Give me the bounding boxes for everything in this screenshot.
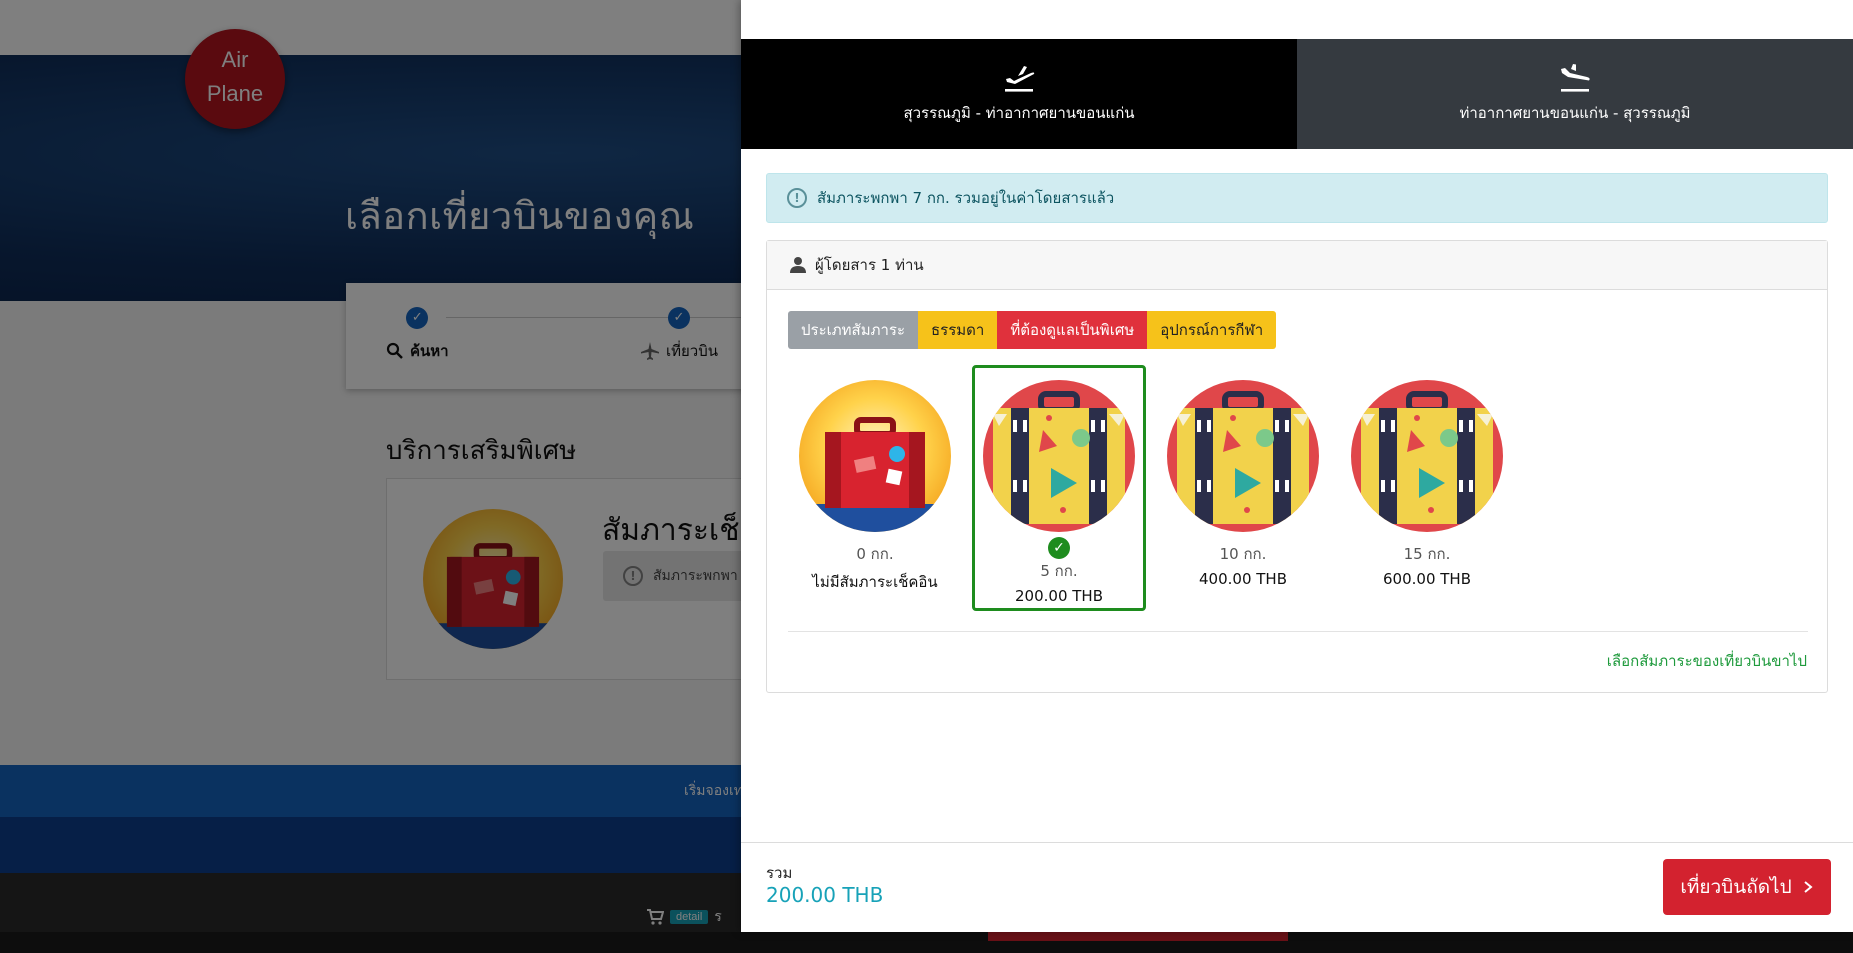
special-luggage-icon [983,380,1135,532]
panel-footer: รวม 200.00 THB เที่ยวบินถัดไป [741,842,1853,932]
option-weight: 15 กก. [1403,545,1451,563]
option-price: 600.00 THB [1383,570,1471,588]
info-icon: ! [787,188,807,208]
baggage-type-legend: ประเภทสัมภาระ ธรรมดา ที่ต้องดูแลเป็นพิเศ… [788,311,1277,349]
next-flight-button[interactable]: เที่ยวบินถัดไป [1663,859,1831,915]
chevron-right-icon [1804,881,1813,893]
landing-icon [1561,64,1590,92]
passenger-header-text: ผู้โดยสาร 1 ท่าน [815,256,924,274]
special-luggage-icon [1167,380,1319,532]
baggage-options: 0 กก. ไม่มีสัมภาระเช็คอิน ✓ 5 กก. 200.00… [788,365,1514,611]
legend-baggage-type: ประเภทสัมภาระ [788,311,919,349]
select-outbound-baggage-link[interactable]: เลือกสัมภาระของเที่ยวบินขาไป [1607,649,1807,673]
legend-special-care: ที่ต้องดูแลเป็นพิเศษ [997,311,1148,349]
tab-return-flight[interactable]: ท่าอากาศยานขอนแก่น - สุวรรณภูมิ [1297,39,1853,149]
option-weight: 0 กก. [856,545,894,563]
next-flight-label: เที่ยวบินถัดไป [1680,876,1792,898]
tab-outbound-label: สุวรรณภูมิ - ท่าอากาศยานขอนแก่น [903,104,1135,122]
carry-on-info-text: สัมภาระพกพา 7 กก. รวมอยู่ในค่าโดยสารแล้ว [817,189,1115,207]
option-weight: 10 กก. [1219,545,1267,563]
total-label: รวม [766,864,793,882]
baggage-selection-panel: สุวรรณภูมิ - ท่าอากาศยานขอนแก่น ท่าอากาศ… [741,0,1853,932]
selected-check-icon: ✓ [1048,537,1070,559]
option-price: ไม่มีสัมภาระเช็คอิน [812,573,938,591]
divider [788,631,1808,632]
takeoff-icon [1005,66,1035,92]
tab-return-label: ท่าอากาศยานขอนแก่น - สุวรรณภูมิ [1459,104,1691,122]
baggage-option-0kg[interactable]: 0 กก. ไม่มีสัมภาระเช็คอิน [788,365,962,611]
carry-on-info-alert: ! สัมภาระพกพา 7 กก. รวมอยู่ในค่าโดยสารแล… [766,173,1828,223]
option-price: 400.00 THB [1199,570,1287,588]
passenger-baggage-card: ผู้โดยสาร 1 ท่าน ประเภทสัมภาระ ธรรมดา ที… [766,240,1828,693]
tab-outbound-flight[interactable]: สุวรรณภูมิ - ท่าอากาศยานขอนแก่น [741,39,1297,149]
baggage-option-5kg[interactable]: ✓ 5 กก. 200.00 THB [972,365,1146,611]
option-weight: 5 กก. [1040,562,1078,580]
option-price: 200.00 THB [1015,587,1103,605]
legend-normal: ธรรมดา [918,311,998,349]
legend-sport-equipment: อุปกรณ์การกีฬา [1147,311,1277,349]
person-icon [790,257,806,273]
baggage-option-10kg[interactable]: 10 กก. 400.00 THB [1156,365,1330,611]
flight-tabs: สุวรรณภูมิ - ท่าอากาศยานขอนแก่น ท่าอากาศ… [741,39,1853,149]
baggage-option-15kg[interactable]: 15 กก. 600.00 THB [1340,365,1514,611]
passenger-header: ผู้โดยสาร 1 ท่าน [767,241,1827,290]
total-value: 200.00 THB [766,883,884,907]
special-luggage-icon [1351,380,1503,532]
suitcase-icon [799,380,951,532]
